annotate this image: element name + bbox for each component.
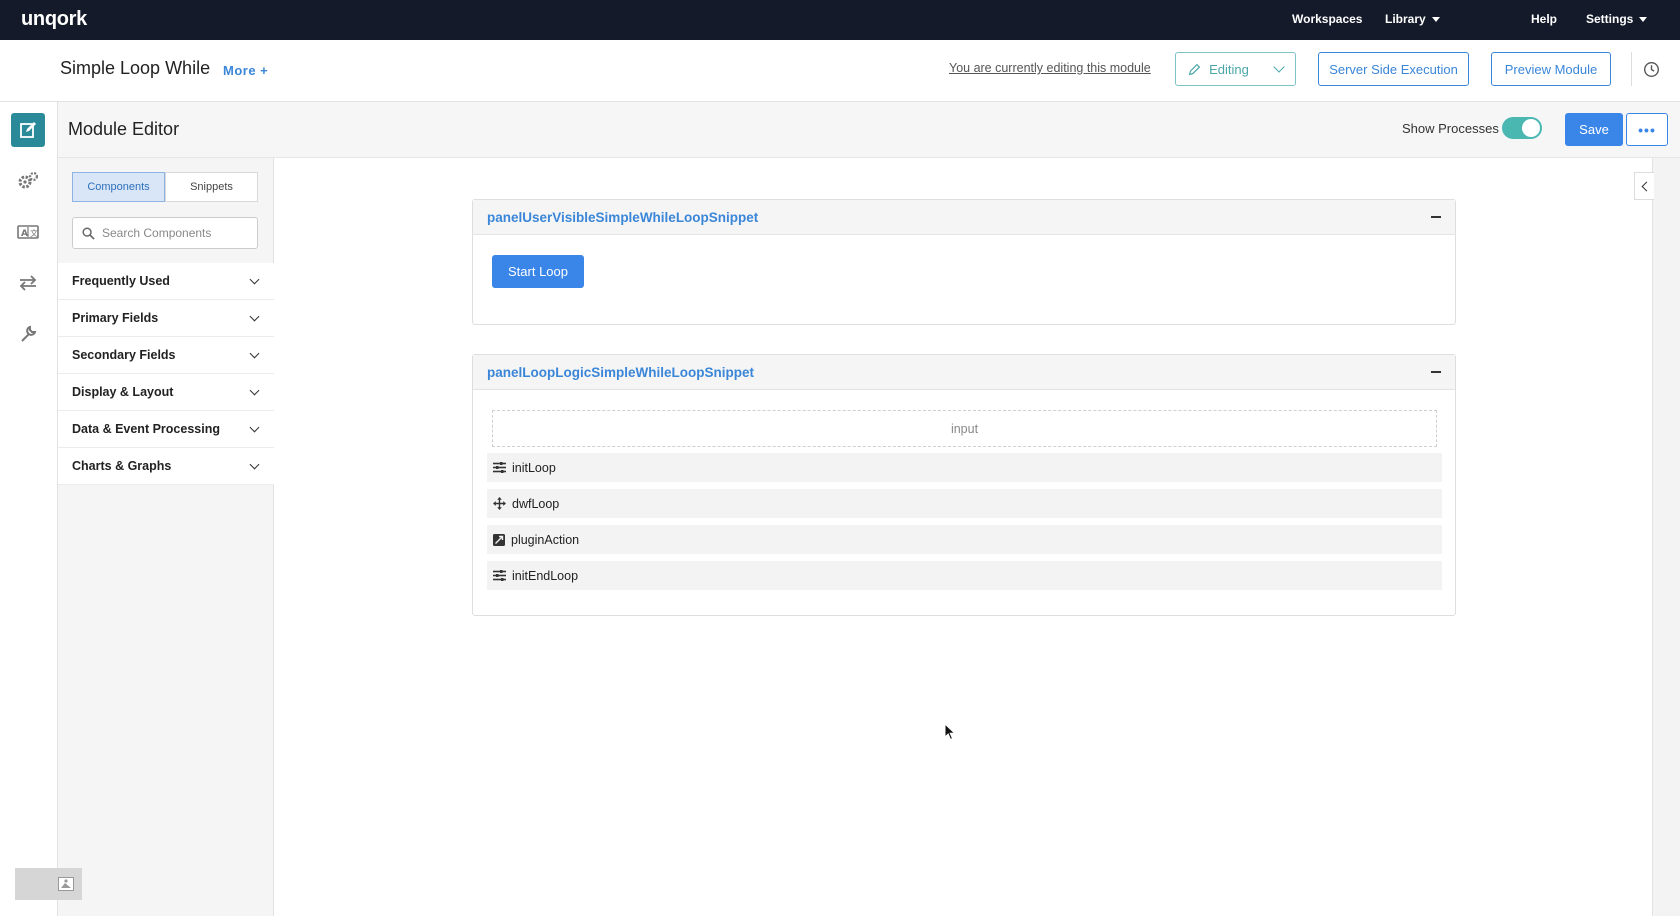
component-sidebar: Components Snippets Frequently Used Prim… [58, 158, 274, 916]
category-data-event-processing[interactable]: Data & Event Processing [58, 411, 274, 448]
chevron-down-icon [249, 385, 260, 395]
panel-title: panelLoopLogicSimpleWhileLoopSnippet [487, 364, 754, 380]
category-charts-graphs[interactable]: Charts & Graphs [58, 448, 274, 485]
category-frequently-used[interactable]: Frequently Used [58, 263, 274, 300]
rail-translations[interactable]: A文 [11, 215, 45, 249]
caret-down-icon [1431, 16, 1440, 22]
show-processes-toggle[interactable] [1502, 117, 1542, 139]
panel-title: panelUserVisibleSimpleWhileLoopSnippet [487, 209, 759, 225]
collapse-minus-icon[interactable] [1431, 216, 1441, 218]
chevron-down-icon [249, 311, 260, 321]
rail-tools[interactable] [11, 317, 45, 351]
editing-dropdown[interactable]: Editing [1175, 52, 1296, 86]
translate-icon: A文 [17, 225, 39, 239]
toggle-knob [1522, 119, 1540, 137]
mouse-cursor-icon [944, 723, 956, 741]
panel-user-visible[interactable]: panelUserVisibleSimpleWhileLoopSnippet S… [472, 199, 1456, 325]
server-side-execution-button[interactable]: Server Side Execution [1318, 52, 1469, 86]
collapse-panel-button[interactable] [1634, 172, 1654, 200]
show-processes-label: Show Processes [1402, 121, 1499, 136]
editor-title: Module Editor [68, 119, 180, 139]
module-header: Simple Loop While More + You are current… [0, 40, 1680, 102]
nav-library[interactable]: Library [1385, 12, 1440, 26]
start-loop-button[interactable]: Start Loop [492, 255, 584, 288]
category-display-layout[interactable]: Display & Layout [58, 374, 274, 411]
chevron-down-icon [249, 274, 260, 284]
rail-data-transfer[interactable] [11, 266, 45, 300]
panel-loop-logic[interactable]: panelLoopLogicSimpleWhileLoopSnippet inp… [472, 354, 1456, 616]
nav-settings[interactable]: Settings [1586, 12, 1648, 26]
chevron-down-icon [249, 348, 260, 358]
left-rail: A文 [0, 102, 58, 916]
wrench-icon [21, 325, 37, 342]
screen-thumbnail [15, 868, 82, 900]
list-item[interactable]: initLoop [487, 453, 1442, 482]
svg-text:A: A [21, 229, 28, 239]
category-primary-fields[interactable]: Primary Fields [58, 300, 274, 337]
list-item[interactable]: initEndLoop [487, 561, 1442, 590]
collapse-minus-icon[interactable] [1431, 371, 1441, 373]
editor-canvas: panelUserVisibleSimpleWhileLoopSnippet S… [274, 158, 1652, 916]
edit-icon [20, 122, 36, 138]
plugin-icon [493, 533, 505, 546]
category-list: Frequently Used Primary Fields Secondary… [58, 263, 274, 485]
search-input[interactable] [102, 226, 252, 240]
gears-icon [18, 171, 39, 189]
pencil-icon [1188, 63, 1201, 75]
editor-toolbar: Module Editor Show Processes Save ••• [58, 102, 1680, 158]
editing-note-link[interactable]: You are currently editing this module [949, 61, 1151, 75]
chevron-down-icon [249, 459, 260, 469]
panel-header: panelLoopLogicSimpleWhileLoopSnippet [473, 355, 1455, 390]
list-item[interactable]: pluginAction [487, 525, 1442, 554]
image-icon [58, 877, 74, 891]
rail-settings[interactable] [11, 164, 45, 198]
caret-down-icon [1639, 16, 1648, 22]
search-icon [82, 226, 95, 240]
initializer-icon [493, 462, 506, 473]
tab-components[interactable]: Components [72, 172, 165, 202]
history-button[interactable] [1631, 52, 1671, 86]
nav-workspaces[interactable]: Workspaces [1292, 12, 1362, 26]
initializer-icon [493, 570, 506, 581]
category-secondary-fields[interactable]: Secondary Fields [58, 337, 274, 374]
right-panel-strip [1652, 158, 1680, 916]
svg-text:文: 文 [30, 228, 38, 238]
panel-header: panelUserVisibleSimpleWhileLoopSnippet [473, 200, 1455, 235]
clock-icon [1644, 61, 1659, 77]
tab-snippets[interactable]: Snippets [165, 172, 258, 202]
top-nav: unqork Workspaces Library Help Settings [0, 0, 1680, 40]
module-title: Simple Loop While [60, 58, 211, 78]
more-link[interactable]: More + [223, 63, 268, 78]
unqork-logo[interactable]: unqork [21, 8, 87, 31]
component-search[interactable] [72, 217, 258, 249]
rail-module-editor[interactable] [11, 113, 45, 147]
more-options-button[interactable]: ••• [1626, 113, 1668, 146]
chevron-down-icon [1273, 61, 1285, 73]
chevron-left-icon [1641, 181, 1651, 191]
input-dropzone[interactable]: input [492, 410, 1437, 447]
sidebar-tabs: Components Snippets [72, 172, 258, 202]
list-item[interactable]: dwfLoop [487, 489, 1442, 518]
chevron-down-icon [249, 422, 260, 432]
move-icon [493, 497, 506, 510]
preview-module-button[interactable]: Preview Module [1491, 52, 1611, 86]
nav-help[interactable]: Help [1531, 12, 1557, 26]
transfer-icon [19, 275, 37, 291]
save-button[interactable]: Save [1565, 113, 1623, 146]
